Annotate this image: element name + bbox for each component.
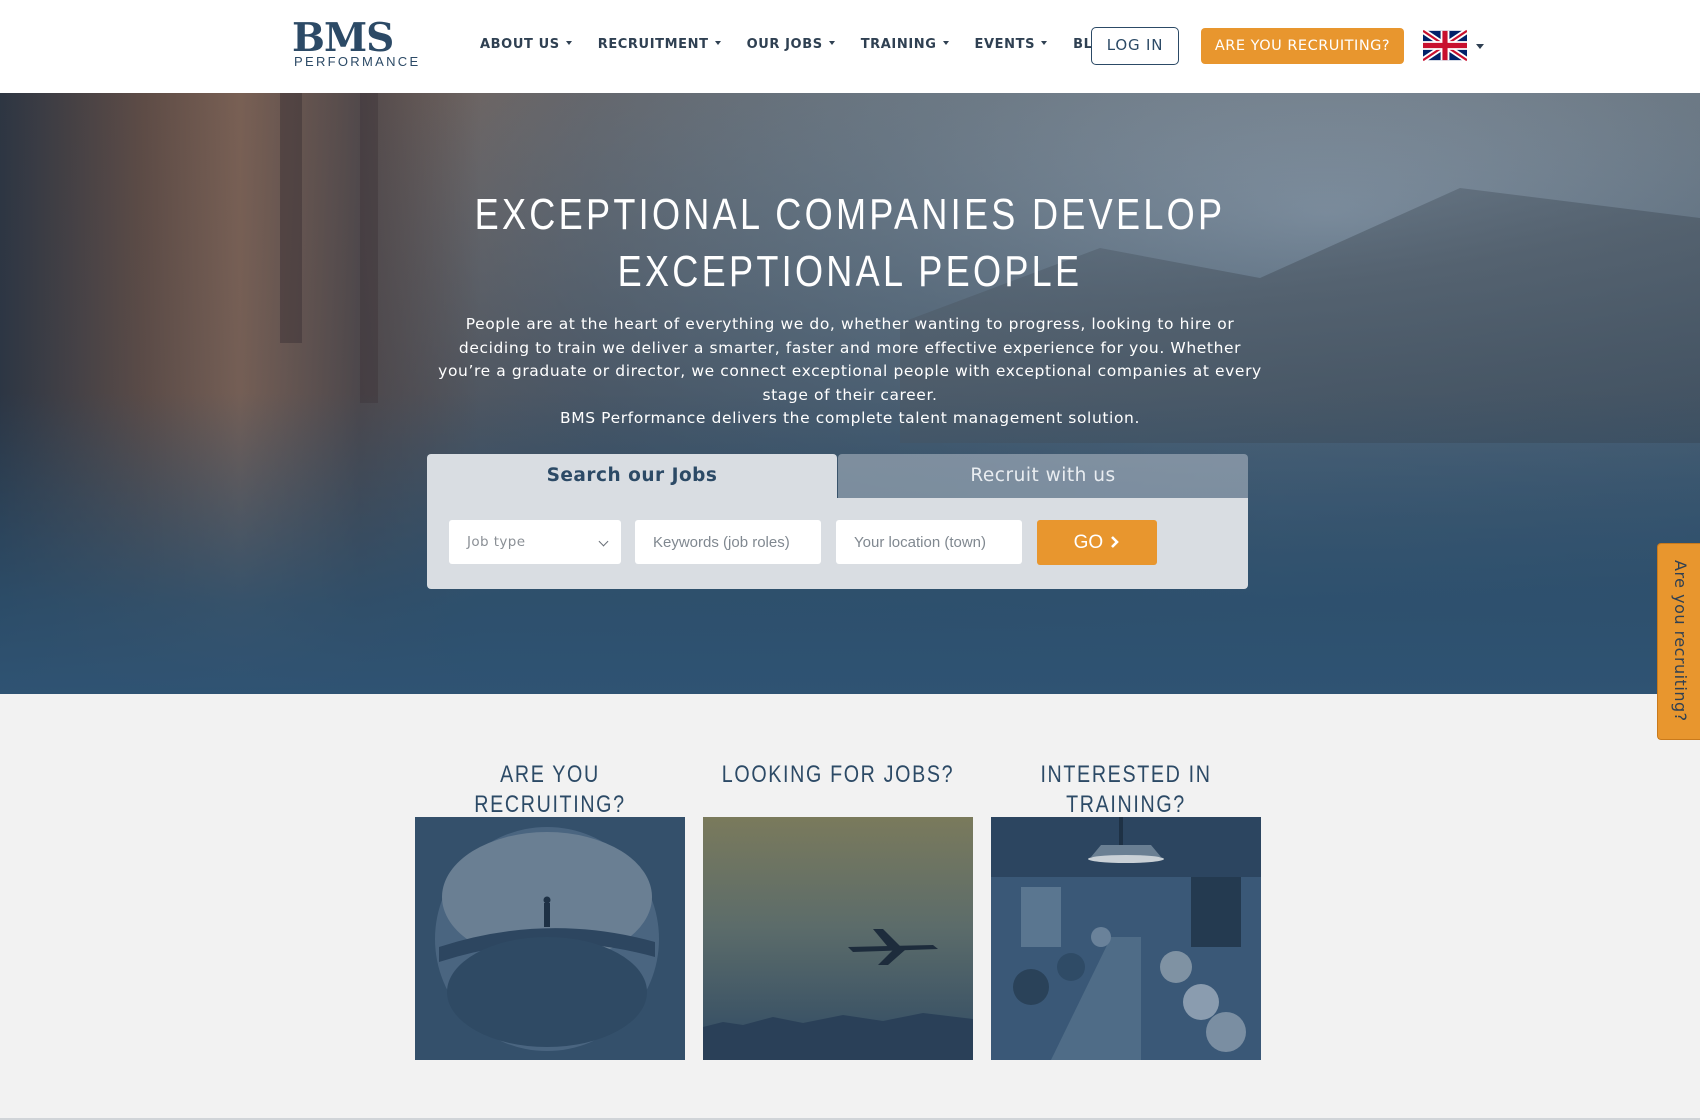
caret-down-icon [1041,40,1048,45]
go-button-label: GO [1073,532,1104,553]
are-you-recruiting-button[interactable]: ARE YOU RECRUITING? [1201,28,1404,64]
card-interested-in-training[interactable]: INTERESTED IN TRAINING? [991,760,1261,1060]
language-caret-down-icon[interactable] [1476,44,1484,49]
nav-our-jobs[interactable]: OUR JOBS [747,36,835,56]
nav-about-us-label: ABOUT US [480,37,560,52]
nav-our-jobs-label: OUR JOBS [746,37,823,52]
card-image-airplane[interactable] [703,817,973,1060]
tab-recruit-with-us[interactable]: Recruit with us [838,454,1248,498]
hero-heading-line1: EXCEPTIONAL COMPANIES DEVELOP [474,190,1226,239]
go-button[interactable]: GO [1037,520,1157,565]
card-title: LOOKING FOR JOBS? [721,761,955,788]
chevron-right-icon [1111,536,1120,548]
job-type-select[interactable]: Job type [449,520,621,564]
side-tab-label: Are you recruiting? [1671,560,1690,722]
hero-section: EXCEPTIONAL COMPANIES DEVELOP EXCEPTIONA… [0,93,1700,694]
nav-training-label: TRAINING [860,37,937,52]
nav-recruitment-label: RECRUITMENT [597,37,709,52]
card-title: INTERESTED IN TRAINING? [1040,761,1212,818]
site-header: BMS PERFORMANCE ABOUT US RECRUITMENT OUR… [0,0,1700,93]
nav-events[interactable]: EVENTS [975,36,1048,56]
hero-background-detail [360,93,378,403]
caret-down-icon [714,40,721,45]
nav-about-us[interactable]: ABOUT US [480,36,572,56]
keywords-input[interactable] [635,520,821,564]
nav-recruitment[interactable]: RECRUITMENT [598,36,721,56]
card-image-globe[interactable] [415,817,685,1060]
job-type-placeholder: Job type [467,534,526,550]
hero-description: People are at the heart of everything we… [438,315,1262,404]
nav-events-label: EVENTS [974,37,1036,52]
card-are-you-recruiting[interactable]: ARE YOU RECRUITING? [415,760,685,1060]
caret-down-icon [565,40,572,45]
nav-training[interactable]: TRAINING [861,36,949,56]
logo-wordmark: BMS [292,15,394,61]
logo-subtitle: PERFORMANCE [294,54,421,69]
tab-search-our-jobs[interactable]: Search our Jobs [427,454,837,498]
job-search-panel: Job type GO [427,498,1248,589]
are-you-recruiting-side-tab[interactable]: Are you recruiting? [1657,543,1700,740]
hero-tagline: BMS Performance delivers the complete ta… [560,409,1140,427]
login-button[interactable]: LOG IN [1091,27,1179,65]
location-input[interactable] [836,520,1022,564]
chevron-down-icon [598,536,609,547]
brand-logo[interactable]: BMS PERFORMANCE [292,15,418,70]
hero-background-detail [280,93,302,343]
main-nav: ABOUT US RECRUITMENT OUR JOBS TRAINING E… [480,36,1141,56]
card-image-classroom[interactable] [991,817,1261,1060]
card-title: ARE YOU RECRUITING? [474,761,626,818]
caret-down-icon [828,40,835,45]
card-looking-for-jobs[interactable]: LOOKING FOR JOBS? [703,760,973,1060]
caret-down-icon [942,40,949,45]
uk-flag-icon[interactable] [1423,29,1467,62]
hero-heading: EXCEPTIONAL COMPANIES DEVELOP EXCEPTIONA… [440,186,1260,300]
hero-heading-line2: EXCEPTIONAL PEOPLE [617,247,1083,296]
